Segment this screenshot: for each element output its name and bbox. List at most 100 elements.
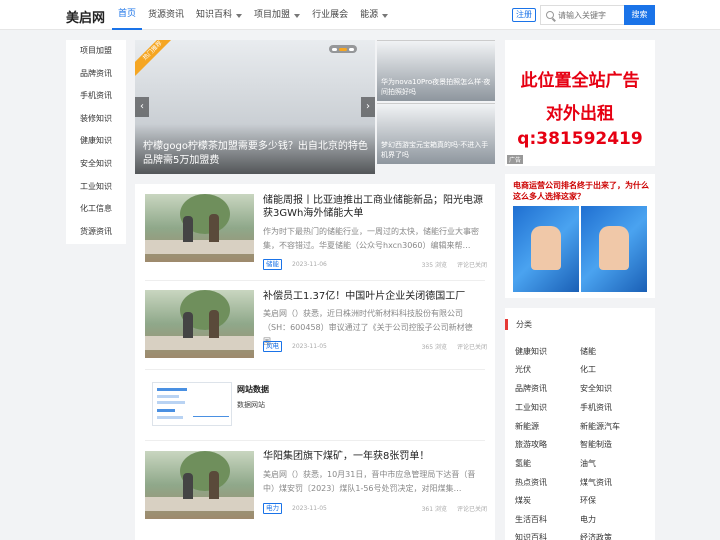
- category-link[interactable]: 电力: [580, 514, 596, 525]
- sponsored-article[interactable]: 电商运营公司排名终于出来了，为什么这么多人选择这家？: [505, 174, 655, 298]
- nav-item-home[interactable]: 首页: [112, 0, 143, 30]
- article-title[interactable]: 储能周报丨比亚迪推出工商业储能新品；阳光电源获3GWh海外储能大单: [263, 194, 487, 220]
- article-comments: 评论已关闭: [456, 261, 487, 269]
- promo-title[interactable]: 网站数据: [237, 384, 269, 395]
- article-tag[interactable]: 储能: [263, 258, 282, 270]
- category-panel: 分类 健康知识 储能 光伏 化工 品牌资讯 安全知识 工业知识 手机资讯 新能源…: [505, 308, 655, 540]
- category-link[interactable]: 生活百科: [515, 514, 547, 525]
- sponsored-image[interactable]: [581, 206, 647, 292]
- article-thumbnail[interactable]: [145, 290, 254, 358]
- ad-label: 广告: [507, 155, 524, 164]
- site-header: 美启网 首页 货源资讯 知识百科 项目加盟 行业展会 能源 注册 搜索: [0, 0, 720, 30]
- search-button[interactable]: 搜索: [624, 5, 655, 25]
- category-link[interactable]: 品牌资讯: [515, 383, 547, 394]
- category-link[interactable]: 煤炭: [515, 495, 531, 506]
- ad-line: 此位置全站广告: [520, 71, 640, 91]
- article-date: 2023-11-05: [292, 504, 327, 512]
- category-link[interactable]: 化工: [580, 364, 596, 375]
- article-item[interactable]: 华阳集团旗下煤矿，一年获8张罚单！ 美启网（）获悉，10月31日，晋中市应急管理…: [135, 441, 495, 540]
- category-link[interactable]: 油气: [580, 458, 596, 469]
- carousel-dot[interactable]: [349, 47, 354, 51]
- sidebar-item[interactable]: 货源资讯: [66, 221, 126, 244]
- category-sidebar: 项目加盟 品牌资讯 手机资讯 装修知识 健康知识 安全知识 工业知识 化工信息 …: [66, 40, 126, 244]
- category-link[interactable]: 热点资讯: [515, 477, 547, 488]
- sidebar-item[interactable]: 品牌资讯: [66, 63, 126, 86]
- article-title[interactable]: 补偿员工1.37亿！中国叶片企业关闭德国工厂: [263, 290, 487, 303]
- register-button[interactable]: 注册: [512, 8, 536, 22]
- category-link[interactable]: 智能制造: [580, 439, 612, 450]
- promo-image[interactable]: [152, 382, 232, 426]
- carousel-next-button[interactable]: ›: [361, 97, 375, 117]
- sponsored-image[interactable]: [513, 206, 579, 292]
- category-link[interactable]: 煤气资讯: [580, 477, 612, 488]
- chevron-down-icon: [236, 13, 243, 18]
- thumb-caption: 梦幻西游宝元宝箱真的吗·不进入手机界了吗: [381, 141, 489, 159]
- carousel-dot[interactable]: [332, 47, 337, 51]
- article-item[interactable]: 补偿员工1.37亿！中国叶片企业关闭德国工厂 美启网（）获悉，近日株洲时代新材料…: [135, 281, 495, 369]
- sidebar-item[interactable]: 手机资讯: [66, 85, 126, 108]
- nav-item-supply-news[interactable]: 货源资讯: [142, 0, 190, 30]
- promo-subtitle: 数据网站: [237, 401, 265, 409]
- sidebar-item[interactable]: 化工信息: [66, 198, 126, 221]
- category-link[interactable]: 知识百科: [515, 532, 547, 540]
- article-excerpt: 美启网（）获悉，10月31日，晋中市应急管理局下达晋（晋中）煤安罚〔2023〕煤…: [263, 470, 476, 493]
- article-meta: 风电 2023-11-05 365 浏览 评论已关闭: [263, 340, 487, 352]
- site-logo[interactable]: 美启网: [66, 7, 105, 26]
- ad-line: q:381592419: [517, 129, 643, 149]
- category-link[interactable]: 工业知识: [515, 402, 547, 413]
- category-link[interactable]: 旅游攻略: [515, 439, 547, 450]
- featured-thumb[interactable]: 华为nova10Pro夜景拍照怎么样·夜间拍照好吗: [377, 40, 495, 101]
- ad-line: 对外出租: [546, 104, 614, 124]
- category-link[interactable]: 新能源汽车: [580, 421, 620, 432]
- category-link[interactable]: 光伏: [515, 364, 531, 375]
- article-thumbnail[interactable]: [145, 194, 254, 262]
- category-link[interactable]: 环保: [580, 495, 596, 506]
- featured-carousel[interactable]: 热门推荐 柠檬gogo柠檬茶加盟需要多少钱？出自北京的特色品牌需5万加盟费 ‹ …: [135, 40, 375, 174]
- carousel-dots: [329, 45, 357, 53]
- nav-item-expo[interactable]: 行业展会: [306, 0, 354, 30]
- article-thumbnail[interactable]: [145, 451, 254, 519]
- sponsored-title[interactable]: 电商运营公司排名终于出来了，为什么这么多人选择这家？: [513, 180, 653, 202]
- sidebar-item[interactable]: 装修知识: [66, 108, 126, 131]
- sidebar-item[interactable]: 项目加盟: [66, 40, 126, 63]
- chevron-down-icon: [382, 13, 389, 18]
- category-header: 分类: [505, 318, 532, 330]
- nav-item-franchise[interactable]: 项目加盟: [248, 0, 306, 30]
- article-title[interactable]: 华阳集团旗下煤矿，一年获8张罚单！: [263, 450, 487, 463]
- article-views: 365 浏览: [421, 343, 447, 351]
- article-meta: 电力 2023-11-05 361 浏览 评论已关闭: [263, 502, 487, 514]
- nav-item-energy[interactable]: 能源: [354, 0, 394, 30]
- search-icon: [546, 11, 554, 19]
- carousel-title[interactable]: 柠檬gogo柠檬茶加盟需要多少钱？出自北京的特色品牌需5万加盟费: [143, 140, 371, 168]
- nav-item-knowledge[interactable]: 知识百科: [190, 0, 248, 30]
- article-list: 储能周报丨比亚迪推出工商业储能新品；阳光电源获3GWh海外储能大单 作为时下最热…: [135, 184, 495, 540]
- carousel-dot[interactable]: [339, 47, 347, 51]
- article-date: 2023-11-05: [292, 342, 327, 350]
- promo-item[interactable]: 网站数据 数据网站: [135, 370, 495, 440]
- chevron-down-icon: [294, 13, 301, 18]
- article-views: 335 浏览: [421, 261, 447, 269]
- article-tag[interactable]: 风电: [263, 340, 282, 352]
- category-link[interactable]: 安全知识: [580, 383, 612, 394]
- sidebar-item[interactable]: 工业知识: [66, 176, 126, 199]
- category-link[interactable]: 健康知识: [515, 346, 547, 357]
- article-comments: 评论已关闭: [456, 505, 487, 513]
- category-link[interactable]: 氢能: [515, 458, 531, 469]
- carousel-prev-button[interactable]: ‹: [135, 97, 149, 117]
- sidebar-item[interactable]: 安全知识: [66, 153, 126, 176]
- ad-banner[interactable]: 此位置全站广告 对外出租 q:381592419 广告: [505, 40, 655, 166]
- category-link[interactable]: 储能: [580, 346, 596, 357]
- article-excerpt: 作为时下最热门的储能行业，一周过的太快，储能行业大事密集，不容错过。华夏储能（公…: [263, 227, 479, 250]
- article-tag[interactable]: 电力: [263, 502, 282, 514]
- category-link[interactable]: 经济政策: [580, 532, 612, 540]
- main-nav: 首页 货源资讯 知识百科 项目加盟 行业展会 能源: [112, 0, 394, 30]
- thumb-caption: 华为nova10Pro夜景拍照怎么样·夜间拍照好吗: [381, 78, 491, 96]
- search-input[interactable]: [558, 10, 624, 20]
- article-views: 361 浏览: [421, 505, 447, 513]
- category-link[interactable]: 新能源: [515, 421, 539, 432]
- search-box: [540, 5, 624, 25]
- featured-thumb[interactable]: 梦幻西游宝元宝箱真的吗·不进入手机界了吗: [377, 103, 495, 164]
- article-item[interactable]: 储能周报丨比亚迪推出工商业储能新品；阳光电源获3GWh海外储能大单 作为时下最热…: [135, 184, 495, 280]
- sidebar-item[interactable]: 健康知识: [66, 130, 126, 153]
- category-link[interactable]: 手机资讯: [580, 402, 612, 413]
